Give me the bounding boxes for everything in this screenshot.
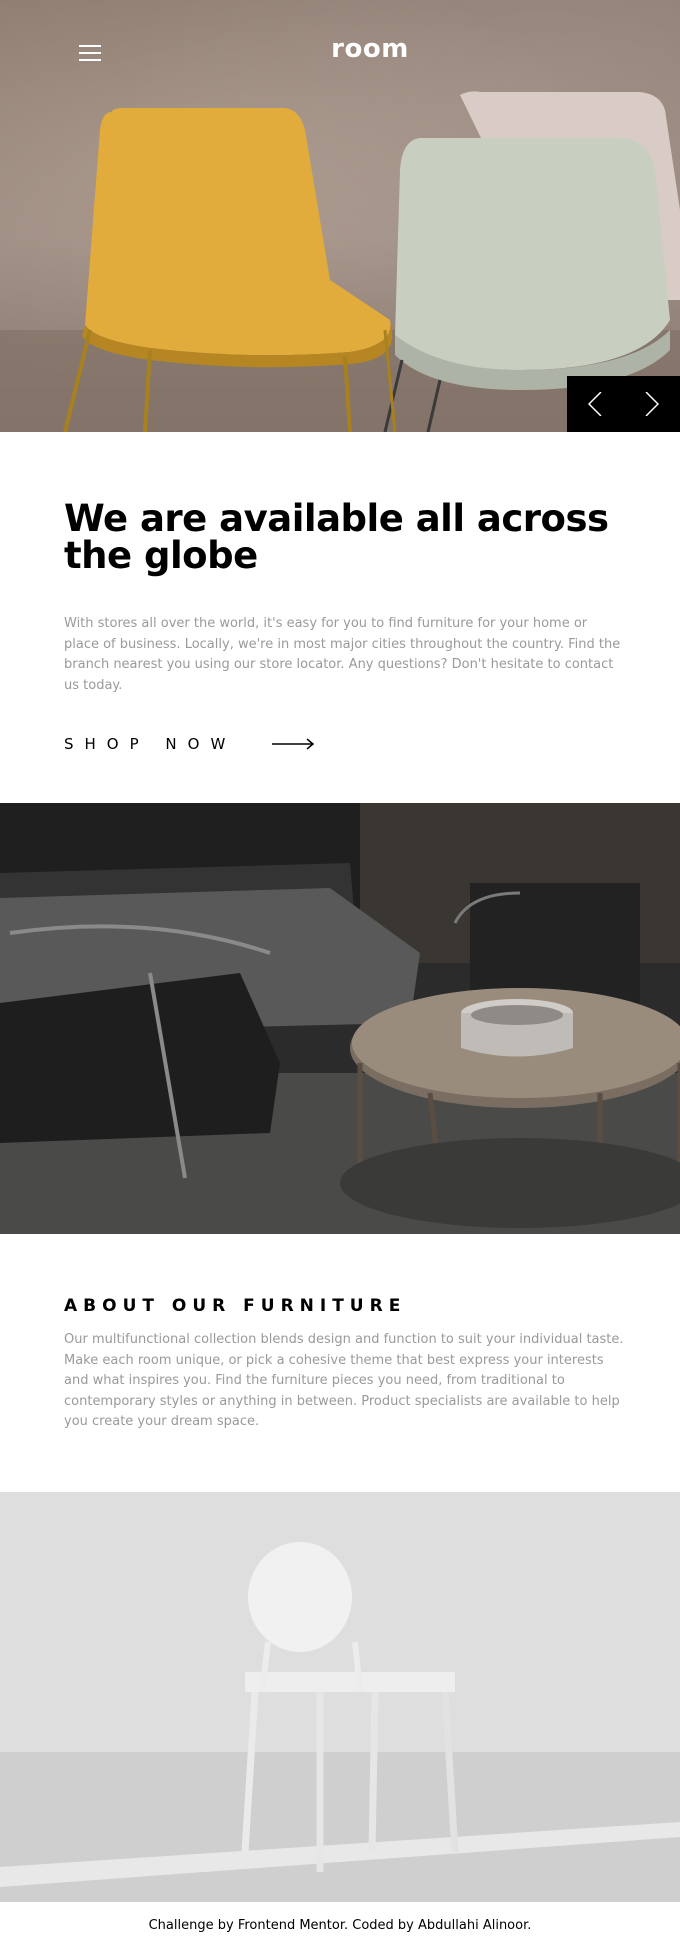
footer: Challenge by Frontend Mentor. Coded by A… [0, 1918, 680, 1933]
shop-now-button[interactable]: SHOP NOW [64, 733, 315, 755]
shop-now-label: SHOP NOW [64, 735, 237, 753]
footer-suffix: . [527, 1918, 532, 1933]
slider-prev-button[interactable] [567, 376, 624, 432]
about-description: Our multifunctional collection blends de… [64, 1332, 624, 1429]
hero-section: room [0, 0, 680, 432]
frontend-mentor-link[interactable]: Frontend Mentor [238, 1918, 344, 1933]
slider-controls [567, 376, 680, 432]
slider-next-button[interactable] [624, 376, 680, 432]
dark-room-illustration [0, 803, 680, 1234]
footer-prefix: Challenge by [148, 1918, 238, 1933]
light-chair-image [0, 1492, 680, 1902]
available-description: With stores all over the world, it's eas… [64, 616, 621, 693]
logo[interactable]: room [0, 34, 680, 64]
author-link[interactable]: Abdullahi Alinoor [418, 1918, 527, 1933]
arrow-right-icon [272, 738, 315, 750]
hero-chairs-image [0, 91, 680, 432]
footer-middle: . Coded by [344, 1918, 419, 1933]
chevron-right-icon [645, 392, 659, 416]
page-title: We are available all across the globe [64, 497, 609, 577]
chevron-left-icon [588, 392, 602, 416]
about-heading: ABOUT OUR FURNITURE [64, 1296, 407, 1316]
dark-furniture-image [0, 803, 680, 1234]
white-chair-illustration [0, 1492, 680, 1902]
